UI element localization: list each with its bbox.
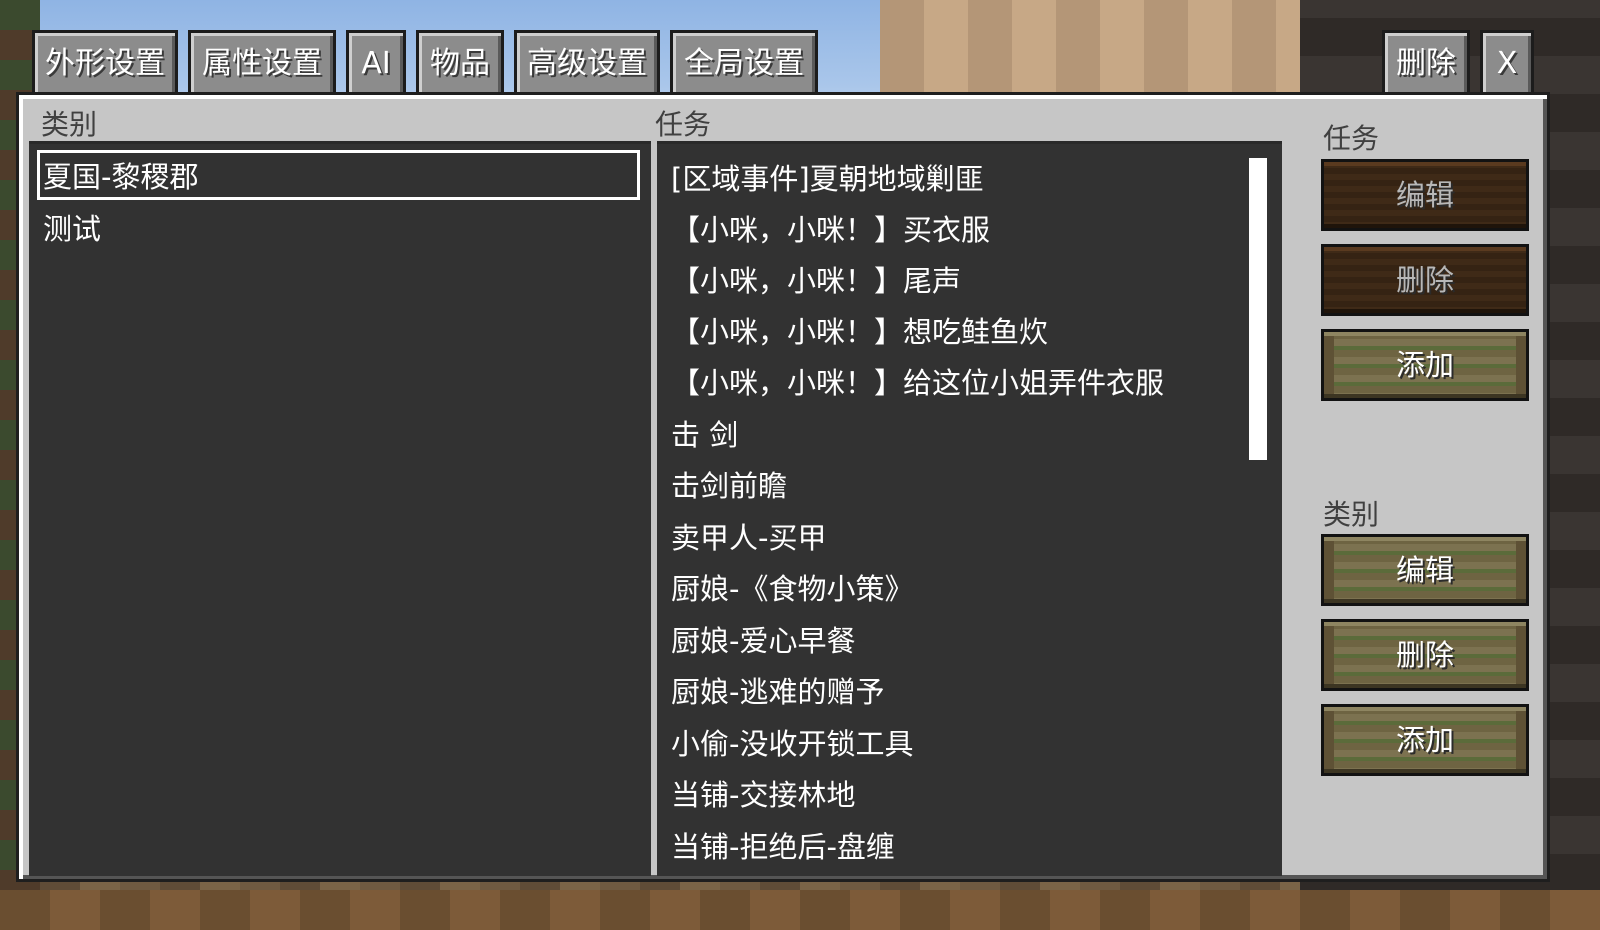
delete-quest-button[interactable]: 删除 — [1321, 244, 1529, 316]
close-button[interactable]: X — [1480, 30, 1534, 94]
delete-category-button[interactable]: 删除 — [1321, 619, 1529, 691]
tab-appearance[interactable]: 外形设置 — [32, 30, 178, 94]
add-category-button[interactable]: 添加 — [1321, 704, 1529, 776]
list-item[interactable]: 厨娘-逃难的赠予 — [671, 669, 884, 711]
category-header: 类别 — [41, 108, 98, 141]
list-item[interactable]: 厨娘-爱心早餐 — [671, 618, 855, 660]
list-item[interactable]: 【小咪，小咪！】尾声 — [671, 258, 961, 300]
tab-global[interactable]: 全局设置 — [670, 30, 818, 94]
quest-header: 任务 — [655, 108, 712, 141]
tab-advanced[interactable]: 高级设置 — [514, 30, 660, 94]
list-item[interactable]: 当铺-交接林地 — [671, 772, 855, 814]
delete-tab-button[interactable]: 删除 — [1382, 30, 1470, 94]
side-category-header: 类别 — [1323, 498, 1380, 531]
list-item[interactable]: 卖甲人-买甲 — [671, 515, 826, 557]
list-item[interactable]: [区域事件]夏朝地域剿匪 — [671, 156, 984, 198]
list-item[interactable]: 击剑前瞻 — [671, 463, 787, 505]
tab-ai[interactable]: AI — [346, 30, 406, 94]
list-item[interactable]: 【小咪，小咪！】买衣服 — [671, 207, 990, 249]
edit-category-button[interactable]: 编辑 — [1321, 534, 1529, 606]
list-item[interactable]: 击 剑 — [671, 412, 738, 454]
quest-list[interactable]: [区域事件]夏朝地域剿匪 【小咪，小咪！】买衣服 【小咪，小咪！】尾声 【小咪，… — [657, 141, 1282, 876]
background-floor — [0, 890, 1600, 930]
main-panel: 类别 任务 夏国-黎稷郡 测试 [区域事件]夏朝地域剿匪 【小咪，小咪！】买衣服… — [16, 92, 1550, 882]
edit-quest-button[interactable]: 编辑 — [1321, 159, 1529, 231]
list-item[interactable]: 小偷-没收开锁工具 — [671, 721, 913, 763]
list-item[interactable]: 厨娘-《食物小策》 — [671, 566, 913, 608]
list-item[interactable]: 测试 — [43, 206, 101, 248]
tab-items[interactable]: 物品 — [416, 30, 504, 94]
background-wall — [880, 0, 1300, 100]
side-quest-header: 任务 — [1323, 122, 1380, 155]
list-item[interactable]: 当铺-拒绝后-盘缠 — [671, 824, 895, 866]
tab-attributes[interactable]: 属性设置 — [188, 30, 336, 94]
list-item[interactable]: 夏国-黎稷郡 — [43, 154, 198, 196]
list-item[interactable]: 【小咪，小咪！】给这位小姐弄件衣服 — [671, 360, 1164, 402]
add-quest-button[interactable]: 添加 — [1321, 329, 1529, 401]
list-item[interactable]: 【小咪，小咪！】想吃鲑鱼炊 — [671, 309, 1048, 351]
category-list[interactable]: 夏国-黎稷郡 测试 — [29, 141, 651, 876]
scrollbar[interactable] — [1249, 158, 1267, 460]
